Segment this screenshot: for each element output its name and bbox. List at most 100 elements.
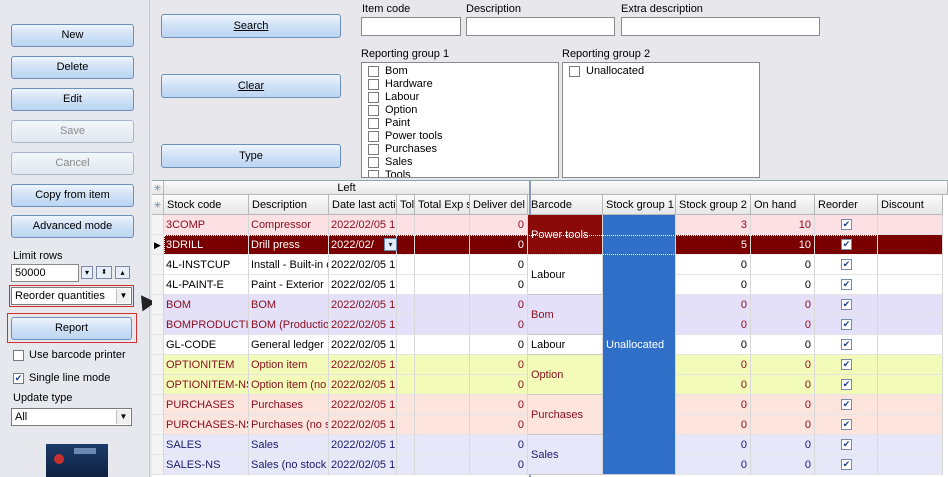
row-indicator[interactable] <box>152 255 164 275</box>
limit-rows-input[interactable]: 50000 <box>11 264 79 282</box>
list-item[interactable]: Tools <box>362 169 558 177</box>
table-cell[interactable]: 0 <box>676 395 751 415</box>
table-cell[interactable]: 4L-INSTCUP <box>164 255 249 275</box>
table-cell[interactable]: Option item <box>249 355 329 375</box>
table-cell[interactable]: Option item (no <box>249 375 329 395</box>
table-cell[interactable]: 0 <box>470 435 528 455</box>
list-item[interactable]: Option <box>362 104 558 117</box>
table-cell[interactable]: 0 <box>676 295 751 315</box>
table-cell[interactable]: Purchases <box>249 395 329 415</box>
list-item[interactable]: Paint <box>362 117 558 130</box>
table-cell[interactable] <box>397 375 415 395</box>
list-item[interactable]: Bom <box>362 65 558 78</box>
checkbox[interactable] <box>368 105 379 116</box>
table-cell[interactable] <box>415 215 470 235</box>
row-indicator[interactable] <box>152 215 164 235</box>
discount-checkbox[interactable]: ✔ <box>841 399 852 410</box>
checkbox[interactable] <box>368 92 379 103</box>
table-cell[interactable]: PURCHASES-NS <box>164 415 249 435</box>
table-cell[interactable]: 0 <box>470 415 528 435</box>
column-header-on-hand[interactable]: On hand <box>751 195 815 215</box>
stock-group-1-cell[interactable]: Labour <box>528 255 603 295</box>
row-indicator[interactable] <box>152 455 164 475</box>
table-cell[interactable]: 0 <box>470 355 528 375</box>
row-indicator[interactable] <box>152 375 164 395</box>
table-cell[interactable] <box>415 415 470 435</box>
table-cell[interactable]: Drill press <box>249 235 329 255</box>
column-header-deliver-del[interactable]: Deliver del <box>470 195 528 215</box>
column-header-stock-group-2[interactable]: Stock group 2 <box>676 195 751 215</box>
description-input[interactable] <box>466 17 615 36</box>
use-barcode-checkbox[interactable] <box>13 350 24 361</box>
table-cell[interactable]: Compressor <box>249 215 329 235</box>
table-cell[interactable]: 0 <box>751 435 815 455</box>
clear-button[interactable]: Clear <box>161 74 341 98</box>
stock-group-1-cell[interactable]: Sales <box>528 435 603 475</box>
column-header-stock-code[interactable]: Stock code <box>164 195 249 215</box>
table-cell[interactable]: 0 <box>676 355 751 375</box>
table-cell[interactable]: 0 <box>470 235 528 255</box>
table-cell[interactable]: 0 <box>751 335 815 355</box>
list-item[interactable]: Power tools <box>362 130 558 143</box>
chevron-down-icon[interactable]: ▾ <box>81 266 93 279</box>
row-indicator[interactable] <box>152 415 164 435</box>
table-cell[interactable]: Install - Built-in c <box>249 255 329 275</box>
type-button[interactable]: Type <box>161 144 341 168</box>
checkbox[interactable] <box>368 118 379 129</box>
table-cell[interactable] <box>397 295 415 315</box>
table-cell[interactable]: OPTIONITEM-NS <box>164 375 249 395</box>
discount-checkbox[interactable]: ✔ <box>841 439 852 450</box>
table-cell[interactable]: 5 <box>676 235 751 255</box>
checkbox[interactable] <box>368 144 379 155</box>
table-cell[interactable]: 2022/02/05 1 <box>329 395 397 415</box>
stock-group-1-cell[interactable]: Bom <box>528 295 603 335</box>
table-cell[interactable]: 0 <box>470 315 528 335</box>
table-cell[interactable]: 0 <box>751 355 815 375</box>
discount-checkbox[interactable]: ✔ <box>841 299 852 310</box>
stock-group-1-cell[interactable]: Purchases <box>528 395 603 435</box>
discount-checkbox[interactable]: ✔ <box>841 419 852 430</box>
table-cell[interactable]: 3COMP <box>164 215 249 235</box>
table-cell[interactable]: 2022/02/05 1 <box>329 315 397 335</box>
table-cell[interactable]: SALES <box>164 435 249 455</box>
column-header-reorder[interactable]: Reorder <box>815 195 878 215</box>
table-cell[interactable] <box>415 455 470 475</box>
column-header-tol[interactable]: Tol <box>397 195 415 215</box>
table-cell[interactable]: 2022/02/05 1 <box>329 455 397 475</box>
new-button[interactable]: New <box>11 24 134 47</box>
table-cell[interactable] <box>397 455 415 475</box>
table-cell[interactable] <box>415 295 470 315</box>
table-cell[interactable]: 0 <box>676 315 751 335</box>
list-item[interactable]: Sales <box>362 156 558 169</box>
update-type-select[interactable]: All ▼ <box>11 408 132 426</box>
list-item[interactable]: Hardware <box>362 78 558 91</box>
table-cell[interactable]: 0 <box>470 215 528 235</box>
row-indicator[interactable] <box>152 395 164 415</box>
stock-group-1-cell[interactable]: Power tools <box>528 215 603 255</box>
table-cell[interactable]: 2022/02/05 1 <box>329 255 397 275</box>
table-cell[interactable]: Paint - Exterior <box>249 275 329 295</box>
table-cell[interactable]: 3 <box>676 215 751 235</box>
table-cell[interactable] <box>397 275 415 295</box>
table-cell[interactable]: GL-CODE <box>164 335 249 355</box>
stock-group-1-cell[interactable]: Labour <box>528 335 603 355</box>
table-cell[interactable] <box>415 275 470 295</box>
table-cell[interactable]: 2022/02/05 1 <box>329 215 397 235</box>
reporting-group-1-list[interactable]: Bom Hardware Labour Option Paint Power tools P… <box>361 62 559 178</box>
table-cell[interactable]: SALES-NS <box>164 455 249 475</box>
discount-checkbox[interactable]: ✔ <box>841 259 852 270</box>
discount-checkbox[interactable]: ✔ <box>841 459 852 470</box>
checkbox[interactable] <box>368 79 379 90</box>
table-cell[interactable] <box>415 355 470 375</box>
table-cell[interactable]: Purchases (no s <box>249 415 329 435</box>
table-cell[interactable]: 0 <box>751 395 815 415</box>
table-cell[interactable] <box>397 415 415 435</box>
table-cell[interactable]: 0 <box>751 295 815 315</box>
table-cell[interactable]: Sales (no stock <box>249 455 329 475</box>
table-cell[interactable]: 0 <box>676 455 751 475</box>
table-cell[interactable]: 0 <box>676 335 751 355</box>
table-cell[interactable] <box>415 255 470 275</box>
table-cell[interactable]: 2022/02/05 1 <box>329 375 397 395</box>
table-cell[interactable] <box>397 215 415 235</box>
table-cell[interactable]: 0 <box>470 455 528 475</box>
